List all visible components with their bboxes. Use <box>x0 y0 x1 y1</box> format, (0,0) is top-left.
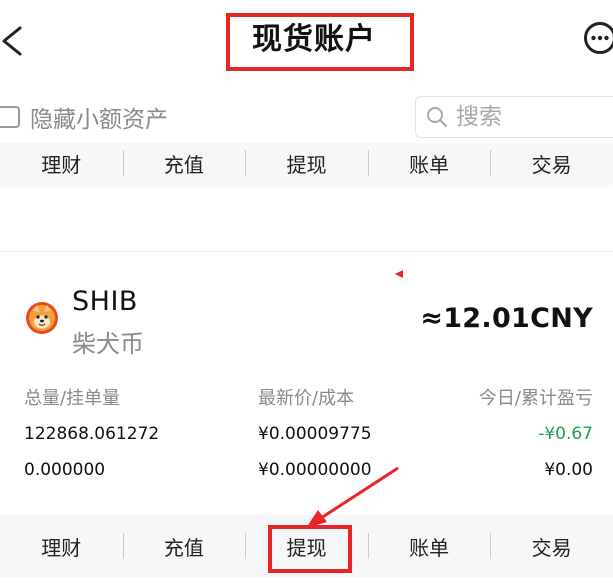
search-icon <box>427 107 447 127</box>
spot-account-page: 现货账户 隐藏小额资产 理财 充值 提现 账单 交易 <box>0 0 613 587</box>
red-marker <box>395 270 403 278</box>
deposit-button[interactable]: 充值 <box>122 143 246 183</box>
deposit-button[interactable]: 充值 <box>122 515 246 577</box>
trade-button[interactable]: 交易 <box>490 515 613 577</box>
search-input[interactable] <box>456 104 596 130</box>
today-pnl: -¥0.67 <box>538 424 593 444</box>
hide-small-assets-label: 隐藏小额资产 <box>30 107 168 133</box>
chevron-left-icon[interactable] <box>0 26 26 56</box>
trade-button[interactable]: 交易 <box>490 143 613 183</box>
wealth-button[interactable]: 理财 <box>0 515 123 577</box>
previous-asset-action-bar: 理财 充值 提现 账单 交易 <box>0 143 613 183</box>
cost-price: ¥0.00000000 <box>258 460 372 480</box>
coin-symbol: SHIB <box>72 286 138 317</box>
hide-small-assets-toggle[interactable]: 隐藏小额资产 <box>0 100 168 134</box>
coin-name: 柴犬币 <box>72 330 144 358</box>
shib-action-bar: 理财 充值 提现 账单 交易 <box>0 515 613 577</box>
latest-price: ¥0.00009775 <box>258 424 372 444</box>
order-quantity: 0.000000 <box>24 460 106 480</box>
more-horizontal-circle-icon[interactable] <box>583 21 613 55</box>
column-header-price: 最新价/成本 <box>258 388 355 409</box>
bill-button[interactable]: 账单 <box>367 515 491 577</box>
search-box[interactable] <box>415 96 613 138</box>
total-quantity: 122868.061272 <box>24 424 160 444</box>
wealth-button[interactable]: 理财 <box>0 143 123 183</box>
cumulative-pnl: ¥0.00 <box>544 460 593 480</box>
shiba-inu-logo-icon <box>26 302 58 334</box>
withdraw-button[interactable]: 提现 <box>245 515 368 577</box>
hide-small-assets-checkbox[interactable] <box>0 106 20 128</box>
section-divider <box>0 195 613 252</box>
bill-button[interactable]: 账单 <box>367 143 491 183</box>
page-title: 现货账户 <box>252 22 376 57</box>
column-header-pnl: 今日/累计盈亏 <box>478 388 593 409</box>
coin-total-value: ≈12.01CNY <box>420 303 593 334</box>
page-bottom-edge <box>0 577 613 587</box>
column-header-quantity: 总量/挂单量 <box>24 388 121 409</box>
withdraw-button[interactable]: 提现 <box>245 143 368 183</box>
